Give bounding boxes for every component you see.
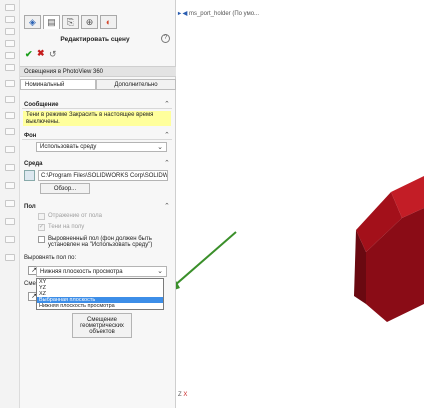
environment-header: Среда bbox=[24, 161, 43, 167]
rail-tool-icon[interactable] bbox=[5, 52, 15, 59]
rail-tool-icon[interactable] bbox=[5, 164, 15, 171]
align-floor-select-value: Нижняя плоскость просмотра bbox=[40, 268, 123, 275]
manager-tabs: ◈ ▤ ⎘ ⊕ ◐ bbox=[20, 0, 176, 29]
floor-shadows-label: Тени на полу bbox=[48, 224, 85, 230]
rail-tool-icon[interactable] bbox=[5, 128, 15, 135]
dropdown-option[interactable]: Нижняя плоскость просмотра bbox=[37, 303, 163, 309]
align-floor-dropdown-list: XY YZ XZ Выбранная плоскость Нижняя плос… bbox=[36, 278, 164, 310]
section-divider bbox=[22, 139, 172, 140]
floor-reflection-label: Отражение от пола bbox=[48, 213, 103, 219]
section-divider bbox=[22, 108, 172, 109]
viewport-canvas bbox=[176, 176, 424, 322]
collapse-chevron-icon[interactable]: ⌃ bbox=[164, 159, 170, 167]
tab-property-manager[interactable]: ▤ bbox=[43, 15, 60, 29]
tab-basic-label: Номинальный bbox=[25, 81, 65, 88]
rail-tool-icon[interactable] bbox=[5, 16, 15, 23]
command-rail bbox=[0, 0, 20, 408]
rail-tool-icon[interactable] bbox=[5, 64, 15, 71]
annotation-arrow-shaft bbox=[176, 231, 237, 286]
rail-tool-icon[interactable] bbox=[5, 146, 15, 153]
chevron-down-icon: ⌄ bbox=[157, 144, 163, 151]
tab-display-manager[interactable]: ◐ bbox=[100, 15, 117, 29]
message-box: Тени в режиме Закрасить в настоящее врем… bbox=[23, 111, 171, 126]
background-select-value: Использовать среду bbox=[40, 144, 97, 150]
model-3d-part bbox=[354, 176, 424, 322]
cancel-button[interactable]: ✖ bbox=[37, 48, 45, 59]
property-manager-icon: ▤ bbox=[47, 17, 56, 27]
collapse-chevron-icon[interactable]: ⌃ bbox=[164, 202, 170, 210]
tab-advanced-label: Дополнительно bbox=[114, 81, 158, 88]
background-select[interactable]: Использовать среду ⌄ bbox=[36, 142, 167, 152]
photoview-lighting-label: Освещения в PhotoView 360 bbox=[24, 68, 104, 75]
rail-tool-icon[interactable] bbox=[5, 96, 15, 103]
floor-shadows-checkbox[interactable]: ✓ Тени на полу bbox=[38, 224, 84, 231]
offset-geometry-button[interactable]: Смещение геометрических объектов bbox=[72, 313, 132, 338]
aligned-floor-checkbox[interactable]: Выровненный пол (фон должен быть установ… bbox=[38, 236, 170, 248]
rail-tool-icon[interactable] bbox=[5, 4, 15, 11]
check-icon: ✓ bbox=[38, 224, 45, 231]
rail-tool-icon[interactable] bbox=[5, 40, 15, 47]
feature-manager-icon: ◈ bbox=[29, 16, 36, 27]
rail-tool-icon[interactable] bbox=[5, 28, 15, 35]
accept-button[interactable]: ✔ bbox=[25, 49, 33, 60]
floor-reflection-checkbox[interactable]: Отражение от пола bbox=[38, 213, 102, 220]
tab-basic[interactable]: Номинальный bbox=[20, 79, 96, 90]
dimxpert-icon: ⊕ bbox=[85, 16, 94, 27]
configuration-manager-icon: ⎘ bbox=[66, 16, 75, 27]
checkbox-box bbox=[38, 213, 45, 220]
align-floor-label: Выровнять пол по: bbox=[24, 255, 77, 261]
tab-advanced[interactable]: Дополнительно bbox=[96, 79, 176, 90]
tab-dimxpert[interactable]: ⊕ bbox=[81, 15, 98, 29]
rail-tool-icon[interactable] bbox=[5, 200, 15, 207]
collapse-chevron-icon[interactable]: ⌃ bbox=[164, 100, 170, 108]
rail-tool-icon[interactable] bbox=[5, 80, 15, 87]
axis-triad: Z X bbox=[178, 392, 187, 398]
property-manager-panel: ◈ ▤ ⎘ ⊕ ◐ Редактировать сцену ? ✔ ✖ ↺ Ос… bbox=[20, 0, 176, 408]
chevron-down-icon: ⌄ bbox=[157, 268, 163, 275]
axis-x-icon: X bbox=[183, 392, 188, 398]
rail-tool-icon[interactable] bbox=[5, 218, 15, 225]
aligned-floor-label: Выровненный пол (фон должен быть установ… bbox=[48, 236, 153, 248]
undo-icon[interactable]: ↺ bbox=[49, 49, 57, 60]
rail-tool-icon[interactable] bbox=[5, 112, 15, 119]
panel-title: Редактировать сцену bbox=[60, 36, 130, 43]
rail-tool-icon[interactable] bbox=[5, 254, 15, 261]
photoview-lighting-bar: Освещения в PhotoView 360 bbox=[20, 66, 176, 77]
browse-button[interactable]: Обзор... bbox=[40, 183, 90, 194]
environment-path-field[interactable]: C:\Program Files\SOLIDWORKS Corp\SOLIDWO… bbox=[38, 170, 168, 181]
display-manager-icon: ◐ bbox=[105, 17, 112, 27]
tab-configuration-manager[interactable]: ⎘ bbox=[62, 15, 79, 29]
tab-feature-manager[interactable]: ◈ bbox=[24, 15, 41, 29]
checkbox-box bbox=[38, 236, 45, 243]
align-floor-select[interactable]: Нижняя плоскость просмотра ⌄ bbox=[36, 266, 167, 277]
rail-tool-icon[interactable] bbox=[5, 236, 15, 243]
floor-header: Пол bbox=[24, 204, 36, 210]
rail-tool-icon[interactable] bbox=[5, 182, 15, 189]
environment-image-icon bbox=[24, 170, 35, 181]
help-icon[interactable]: ? bbox=[161, 34, 170, 43]
collapse-chevron-icon[interactable]: ⌃ bbox=[164, 131, 170, 139]
axis-z-icon: Z bbox=[178, 392, 182, 398]
graphics-area[interactable]: ▸ ◀ ms_port_holder (По умо... Z X bbox=[176, 0, 424, 408]
